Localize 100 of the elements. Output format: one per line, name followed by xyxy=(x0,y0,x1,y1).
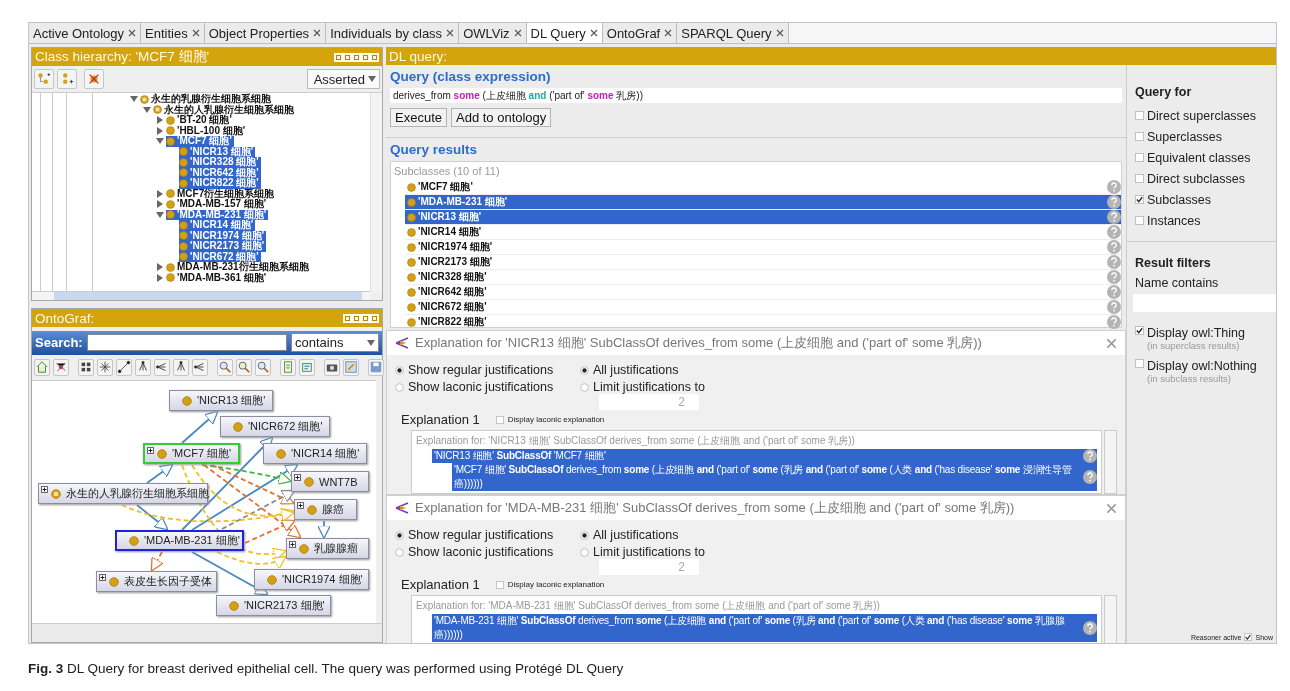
axiom-row[interactable]: 'NICR13 细胞' SubClassOf 'MCF7 细胞' xyxy=(432,449,1097,463)
close-icon[interactable] xyxy=(191,29,200,37)
result-row[interactable]: 'MDA-MB-231 细胞' xyxy=(405,195,1121,210)
result-row[interactable]: 'NICR672 细胞' xyxy=(405,300,1121,315)
tree-item[interactable]: 'NICR2173 细胞' xyxy=(179,241,267,252)
tab[interactable]: Individuals by class xyxy=(326,23,460,43)
caret-icon[interactable] xyxy=(156,137,164,146)
radio-button[interactable] xyxy=(580,382,589,392)
name-field[interactable] xyxy=(1133,294,1276,312)
tree-item[interactable]: 永生的乳腺衍生细胞系细胞 xyxy=(140,94,273,105)
checkbox[interactable] xyxy=(495,580,504,589)
tree-item[interactable]: 永生的人乳腺衍生细胞系细胞 xyxy=(153,104,296,115)
toolbar-button[interactable] xyxy=(53,358,69,376)
caret-icon[interactable] xyxy=(156,126,164,135)
tree-item[interactable]: 'HBL-100 细胞' xyxy=(166,125,248,136)
help-icon[interactable] xyxy=(1107,210,1121,224)
result-row[interactable]: 'NICR13 细胞' xyxy=(405,210,1121,225)
toolbar-button[interactable] xyxy=(116,358,132,376)
scrollbar[interactable] xyxy=(32,291,370,300)
radio-button[interactable] xyxy=(395,547,404,557)
caret-icon[interactable] xyxy=(368,75,376,83)
close-icon[interactable] xyxy=(664,29,673,37)
expand-icon[interactable] xyxy=(99,574,106,582)
caret-icon[interactable] xyxy=(156,210,164,219)
help-icon[interactable] xyxy=(1083,449,1097,463)
checkbox[interactable] xyxy=(1244,633,1253,641)
toolbar-button[interactable] xyxy=(84,69,104,89)
help-icon[interactable] xyxy=(1107,195,1121,209)
checkbox[interactable] xyxy=(1135,132,1144,141)
tree-item[interactable]: 'NICR14 细胞' xyxy=(179,220,256,231)
caret-icon[interactable] xyxy=(130,95,138,104)
tree-item[interactable]: 'NICR1974 细胞' xyxy=(179,230,267,241)
action-button[interactable]: Execute xyxy=(390,108,447,127)
tab[interactable]: Entities xyxy=(141,23,205,43)
window-controls-drawing[interactable] xyxy=(343,313,379,323)
query-field[interactable]: derives_from some (上皮细胞 and ('part of' some 乳房)) xyxy=(390,88,1122,103)
tree-item[interactable]: MDA-MB-231衍生细胞系细胞 xyxy=(166,262,311,273)
caret-icon[interactable] xyxy=(156,116,164,125)
checkbox[interactable] xyxy=(1135,111,1144,120)
checkbox[interactable] xyxy=(1135,216,1144,225)
tab[interactable]: Object Properties xyxy=(204,23,327,43)
window-controls-drawing[interactable] xyxy=(334,52,379,62)
tree-item[interactable]: 'MDA-MB-231 细胞' xyxy=(166,209,269,220)
toolbar-button[interactable] xyxy=(192,358,208,376)
tree-item[interactable]: 'MDA-MB-157 细胞' xyxy=(166,199,269,210)
checkbox[interactable] xyxy=(495,415,504,424)
help-icon[interactable] xyxy=(1083,621,1097,635)
caret-icon[interactable] xyxy=(156,200,164,209)
tab[interactable]: Active Ontology xyxy=(29,23,142,43)
checkbox[interactable] xyxy=(1135,359,1144,368)
tree-item[interactable]: MCF7衍生细胞系细胞 xyxy=(166,188,277,199)
match-dropdown[interactable]: contains xyxy=(291,333,379,353)
close-icon[interactable] xyxy=(446,29,455,37)
result-row[interactable]: 'NICR1974 细胞' xyxy=(405,240,1121,255)
tree-item[interactable]: 'NICR822 细胞' xyxy=(179,178,261,189)
radio-button[interactable] xyxy=(395,365,404,375)
tab[interactable]: SPARQL Query xyxy=(677,23,789,43)
radio-button[interactable] xyxy=(580,530,589,540)
toolbar-button[interactable] xyxy=(97,358,113,376)
caret-icon[interactable] xyxy=(156,189,164,198)
tree-item[interactable]: 'BT-20 细胞' xyxy=(166,115,234,126)
checkbox[interactable] xyxy=(1135,174,1144,183)
result-row[interactable]: 'NICR14 细胞' xyxy=(405,225,1121,240)
tab[interactable]: OntoGraf xyxy=(602,23,678,43)
toolbar-button[interactable] xyxy=(173,358,189,376)
tree-item[interactable]: 'NICR642 细胞' xyxy=(179,167,261,178)
close-icon[interactable] xyxy=(589,29,598,37)
caret-icon[interactable] xyxy=(367,338,375,347)
caret-icon[interactable] xyxy=(156,273,164,282)
caret-icon[interactable] xyxy=(156,263,164,272)
toolbar-button[interactable] xyxy=(154,358,170,376)
expand-icon[interactable] xyxy=(41,486,48,494)
mode-dropdown[interactable]: Asserted xyxy=(306,69,380,89)
expand-icon[interactable] xyxy=(297,502,304,510)
close-icon[interactable] xyxy=(775,29,784,37)
scrollbar[interactable] xyxy=(1104,430,1117,494)
tree-item[interactable]: 'MCF7 细胞' xyxy=(166,136,234,147)
toolbar-button[interactable] xyxy=(324,358,340,376)
expand-icon[interactable] xyxy=(294,474,301,482)
radio-button[interactable] xyxy=(580,547,589,557)
radio-button[interactable] xyxy=(580,365,589,375)
toolbar-button[interactable] xyxy=(78,358,94,376)
tree-item[interactable]: 'NICR328 细胞' xyxy=(179,157,261,168)
tree-item[interactable]: 'NICR672 细胞' xyxy=(179,251,261,262)
radio-button[interactable] xyxy=(395,382,404,392)
close-icon[interactable] xyxy=(513,29,522,37)
scrollbar[interactable] xyxy=(370,93,382,291)
axiom-row[interactable]: 'MCF7 细胞' SubClassOf derives_from some (上皮细胞 and ('part of' some (乳房 and ('part of' some (人类 and ('has disease' some 浸润性导管癌)))))) xyxy=(452,463,1097,491)
axiom-row[interactable]: 'MDA-MB-231 细胞' SubClassOf derives_from some (上皮细胞 and ('part of' some (乳房 and ('part of' some (人类 and ('has disease' some 乳腺腺癌)))))) xyxy=(432,614,1097,642)
radio-button[interactable] xyxy=(395,530,404,540)
tree-item[interactable]: 'MDA-MB-361 细胞' xyxy=(166,272,269,283)
expand-icon[interactable] xyxy=(289,541,296,549)
checkbox[interactable] xyxy=(1135,195,1144,204)
tab[interactable]: OWLViz xyxy=(459,23,527,43)
result-row[interactable]: 'NICR2173 细胞' xyxy=(405,255,1121,270)
caret-icon[interactable] xyxy=(143,105,151,114)
result-row[interactable]: 'NICR328 细胞' xyxy=(405,270,1121,285)
scrollbar[interactable] xyxy=(1104,595,1117,643)
search-field[interactable] xyxy=(86,334,287,352)
action-button[interactable]: Add to ontology xyxy=(451,108,552,127)
